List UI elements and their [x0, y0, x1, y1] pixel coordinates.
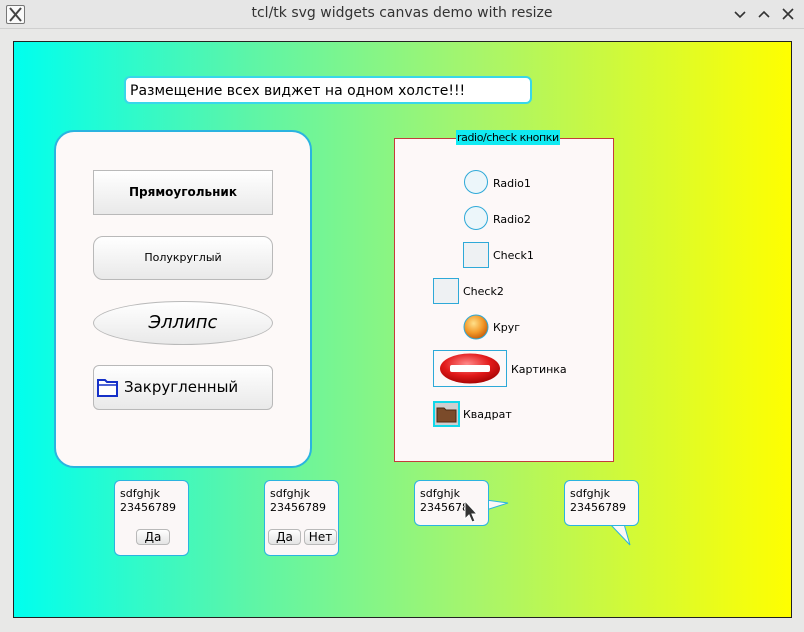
mouse-cursor-icon	[464, 500, 479, 523]
bubble-text-line2: 23456789	[570, 501, 626, 514]
semiround-button[interactable]: Полукруглый	[93, 236, 273, 280]
maximize-button[interactable]	[754, 4, 774, 24]
check2-box[interactable]	[433, 278, 459, 304]
minimize-button[interactable]	[730, 4, 750, 24]
check1-label[interactable]: Check1	[493, 249, 534, 262]
square-box[interactable]	[433, 401, 460, 427]
no-entry-icon	[440, 353, 500, 384]
demo-canvas: Размещение всех виджет на одном холсте!!…	[13, 41, 792, 618]
picture-label[interactable]: Картинка	[511, 363, 567, 376]
check2-label[interactable]: Check2	[463, 285, 504, 298]
brown-folder-icon	[436, 407, 457, 423]
bubble-yes-no: sdfghjk 23456789 Да Нет	[264, 480, 339, 556]
radio2-indicator[interactable]	[464, 206, 488, 230]
rounded-button-label: Закругленный	[124, 378, 239, 396]
buttons-panel: Прямоугольник Полукруглый Эллипс Закругл…	[54, 130, 312, 468]
window-title: tcl/tk svg widgets canvas demo with resi…	[251, 5, 553, 21]
text-entry[interactable]: Размещение всех виджет на одном холсте!!…	[124, 76, 532, 104]
yes-button[interactable]: Да	[136, 529, 170, 545]
bubble-text-line2: 23456789	[120, 501, 176, 514]
circle-label[interactable]: Круг	[493, 321, 520, 334]
folder-icon	[97, 379, 118, 397]
bubble-text-line1: sdfghjk	[270, 487, 310, 500]
square-label[interactable]: Квадрат	[463, 408, 512, 421]
picture-frame[interactable]	[433, 350, 507, 387]
bubble-text-line1: sdfghjk	[420, 487, 460, 500]
bubble-text-line1: sdfghjk	[120, 487, 160, 500]
radio-check-frame: radio/check кнопки Radio1 Radio2 Check1 …	[394, 130, 614, 462]
frame-legend: radio/check кнопки	[456, 130, 560, 145]
radio1-indicator[interactable]	[464, 170, 488, 194]
bubble-text-line2: 23456789	[270, 501, 326, 514]
rectangle-button[interactable]: Прямоугольник	[93, 170, 273, 215]
radio1-label[interactable]: Radio1	[493, 177, 531, 190]
title-bar: tcl/tk svg widgets canvas demo with resi…	[0, 0, 804, 29]
no-button[interactable]: Нет	[304, 529, 337, 545]
yes-button[interactable]: Да	[268, 529, 301, 545]
bubble-text-line1: sdfghjk	[570, 487, 610, 500]
text-entry-value: Размещение всех виджет на одном холсте!!…	[130, 83, 466, 99]
orange-circle-icon[interactable]	[463, 314, 489, 340]
rounded-button[interactable]: Закругленный	[93, 365, 273, 410]
bubble-tooltip-down: sdfghjk 23456789	[564, 480, 639, 526]
bubble-yes: sdfghjk 23456789 Да	[114, 480, 189, 556]
radio2-label[interactable]: Radio2	[493, 213, 531, 226]
close-button[interactable]	[778, 4, 798, 24]
ellipse-button[interactable]: Эллипс	[93, 301, 273, 345]
check1-box[interactable]	[463, 242, 489, 268]
